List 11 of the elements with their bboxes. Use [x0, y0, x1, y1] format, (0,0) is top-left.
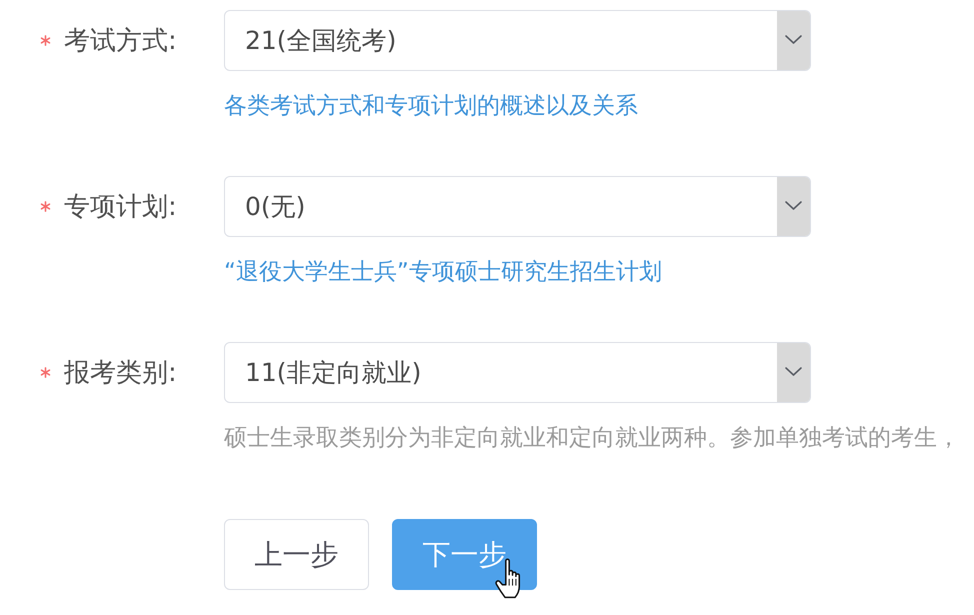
chevron-down-icon[interactable]: [777, 343, 810, 402]
dropdown-field[interactable]: 11(非定向就业): [224, 342, 811, 403]
field-label: 报考类别:: [64, 357, 177, 390]
step-button[interactable]: 上一步: [224, 519, 369, 590]
field-label: 专项计划:: [64, 191, 177, 224]
chevron-down-icon[interactable]: [777, 177, 810, 236]
chevron-down-icon[interactable]: [777, 11, 810, 70]
help-text: 硕士生录取类别分为非定向就业和定向就业两种。参加单独考试的考生，: [224, 425, 960, 451]
dropdown-field[interactable]: 0(无): [224, 176, 811, 237]
field-label: 考试方式:: [64, 25, 177, 58]
dropdown-field[interactable]: 21(全国统考): [224, 10, 811, 71]
